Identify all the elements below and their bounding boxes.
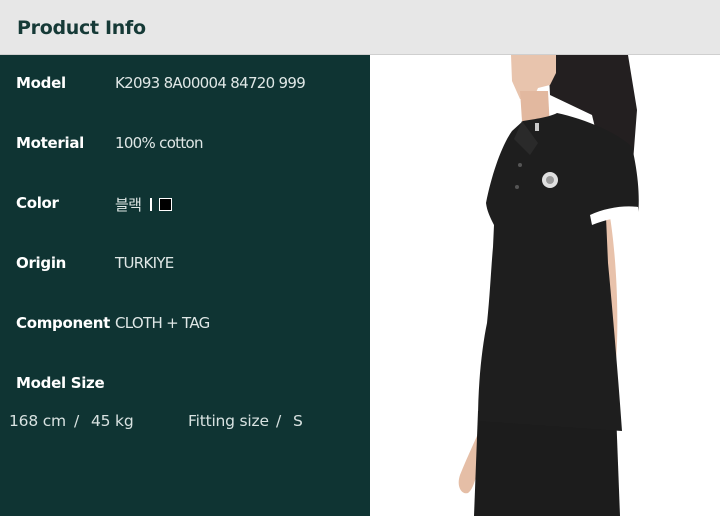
color-swatch — [159, 198, 173, 211]
spec-label: Model — [16, 74, 66, 92]
product-info-panel — [0, 55, 370, 516]
section-title: Product Info — [17, 17, 146, 39]
spec-value: 100% cotton — [115, 134, 204, 152]
size-separator: / — [276, 412, 282, 430]
model-wearing-polo-illustration — [458, 55, 639, 516]
spec-label: Color — [16, 194, 59, 212]
model-height: 168 cm — [9, 412, 66, 430]
spec-label: Origin — [16, 254, 67, 272]
size-separator: / — [74, 412, 80, 430]
collar-tag — [535, 123, 539, 131]
spec-label: Moterial — [16, 134, 84, 152]
color-separator — [150, 198, 153, 211]
fitting-size-label: Fitting size — [188, 412, 269, 430]
spec-value-color: 블랙 — [115, 194, 173, 215]
spec-value: TURKIYE — [115, 254, 174, 272]
spec-row-material: Moterial 100% cotton — [0, 134, 370, 156]
spec-row-origin: Origin TURKIYE — [0, 254, 370, 276]
button — [518, 163, 522, 167]
model-weight: 45 kg — [91, 412, 134, 430]
spec-label: Model Size — [16, 374, 105, 392]
spec-row-model-size: Model Size — [0, 374, 370, 396]
section-header: Product Info — [0, 0, 720, 55]
spec-row-model: Model K2093 8A00004 84720 999 — [0, 74, 370, 96]
brand-patch-emblem — [546, 176, 554, 184]
button — [515, 185, 519, 189]
color-name: 블랙 — [115, 196, 142, 214]
spec-row-component: Component CLOTH + TAG — [0, 314, 370, 336]
spec-value: K2093 8A00004 84720 999 — [115, 74, 306, 92]
product-photo — [370, 55, 720, 516]
fitting-size-value: S — [293, 412, 303, 430]
spec-value: CLOTH + TAG — [115, 314, 210, 332]
spec-label: Component — [16, 314, 110, 332]
spec-row-color: Color 블랙 — [0, 194, 370, 216]
